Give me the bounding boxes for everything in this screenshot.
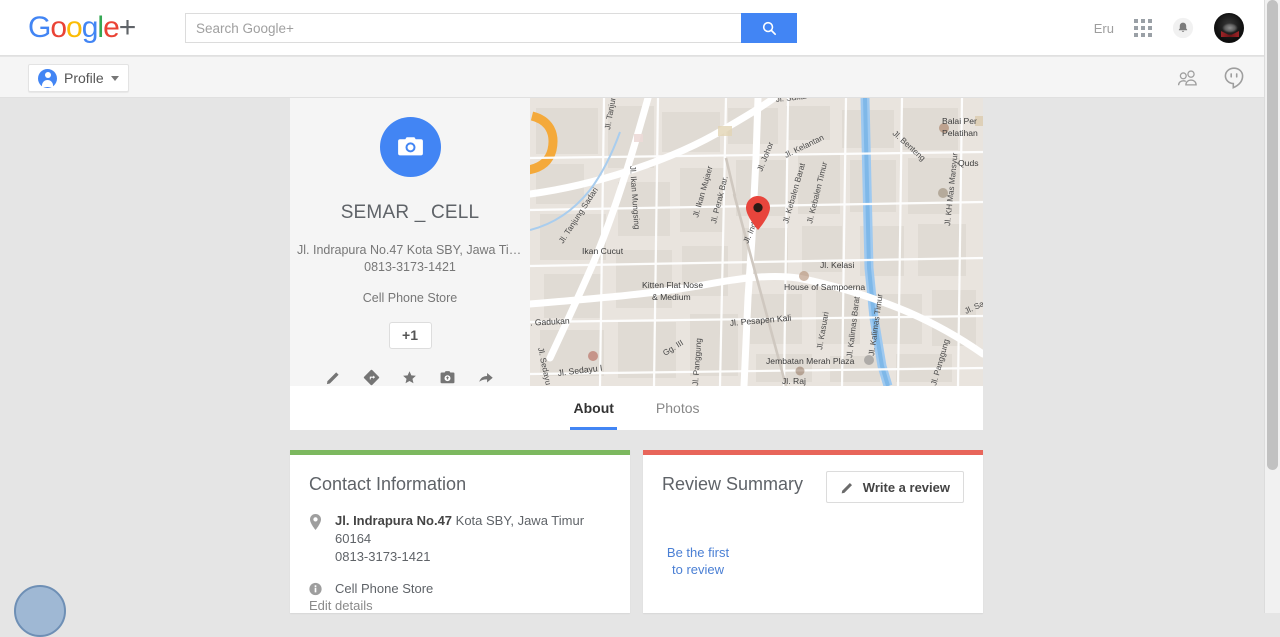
account-name-label: Eru: [1093, 20, 1114, 36]
apps-grid-icon[interactable]: [1134, 19, 1152, 37]
profile-dropdown-button[interactable]: Profile: [28, 64, 129, 92]
scrollbar-thumb[interactable]: [1267, 0, 1278, 470]
contact-phone: 0813-3173-1421: [335, 549, 431, 564]
people-button[interactable]: [1176, 68, 1200, 88]
profile-bar-right-controls: [1176, 57, 1244, 98]
hangouts-icon: [1224, 66, 1244, 89]
logo-plus: +: [118, 11, 137, 44]
edit-details-link[interactable]: Edit details: [309, 598, 373, 613]
map-label: Kitten Flat Nose: [642, 280, 703, 290]
camera-icon: [397, 137, 423, 156]
business-name: SEMAR _ CELL: [340, 201, 480, 223]
map-canvas: .rd{stroke:#ffffff;fill:none;stroke-line…: [530, 98, 983, 386]
be-first-line2: to review: [671, 562, 725, 577]
map-label: Quds: [958, 158, 979, 168]
search-input[interactable]: [185, 13, 741, 43]
map-label: Pelatihan: [942, 128, 978, 138]
business-phone: 0813-3173-1421: [364, 259, 456, 274]
hangouts-button[interactable]: [1224, 66, 1244, 89]
tab-about[interactable]: About: [570, 386, 618, 430]
business-map[interactable]: .rd{stroke:#ffffff;fill:none;stroke-line…: [530, 98, 983, 386]
bell-icon: [1172, 17, 1194, 39]
google-plus-logo[interactable]: Google+: [28, 11, 137, 45]
map-label: House of Sampoerna: [784, 282, 865, 292]
camera-action-icon[interactable]: [439, 369, 456, 386]
page-scrollbar[interactable]: [1264, 0, 1280, 613]
contact-card-accent: [290, 450, 630, 455]
person-icon: [38, 68, 57, 88]
contact-address-text: Jl. Indrapura No.47 Kota SBY, Jawa Timur…: [335, 512, 618, 566]
pencil-icon: [841, 482, 852, 493]
search-bar: [185, 13, 797, 43]
contact-card-title: Contact Information: [309, 474, 467, 494]
search-button[interactable]: [741, 13, 797, 43]
be-first-line1: Be the first: [666, 545, 730, 560]
logo-letter-g: G: [28, 11, 51, 44]
about-cards-row: Contact Information Jl. Indrapura No.47 …: [290, 450, 983, 613]
directions-icon[interactable]: [363, 369, 380, 386]
people-icon: [1177, 69, 1197, 85]
contact-information-card: Contact Information Jl. Indrapura No.47 …: [290, 450, 630, 613]
review-card-accent: [643, 450, 983, 455]
tab-photos[interactable]: Photos: [656, 386, 700, 430]
write-review-label: Write a review: [862, 479, 950, 495]
business-action-row: [325, 369, 495, 386]
user-avatar[interactable]: [1214, 13, 1244, 43]
location-pin-icon: [309, 512, 323, 566]
logo-letter-o1: o: [50, 11, 67, 44]
chevron-down-icon: [110, 75, 119, 81]
business-category: Cell Phone Store: [362, 290, 458, 305]
header-right-controls: Eru: [1094, 0, 1244, 56]
map-label: Jl. Raj: [782, 376, 806, 386]
review-card-title: Review Summary: [662, 474, 804, 494]
map-label: Balai Per: [942, 116, 977, 126]
map-label: Jembatan Merah Plaza: [766, 356, 855, 366]
share-icon[interactable]: [477, 369, 495, 386]
hangouts-floating-button[interactable]: [14, 585, 66, 637]
profile-button-label: Profile: [64, 70, 104, 86]
search-icon: [762, 21, 776, 35]
map-label: & Medium: [652, 292, 691, 302]
be-the-first-to-review-link[interactable]: Be the first to review: [662, 544, 734, 578]
top-header: Google+ Eru: [0, 0, 1264, 56]
star-icon[interactable]: [401, 369, 418, 386]
edit-icon[interactable]: [325, 369, 342, 386]
plus-one-button[interactable]: +1: [388, 321, 432, 349]
logo-letter-e: e: [103, 11, 120, 44]
map-label: Jl. Kelasi: [820, 260, 854, 270]
content-area: SEMAR _ CELL Jl. Indrapura No.47 Kota SB…: [0, 98, 1264, 637]
notifications-button[interactable]: [1172, 17, 1194, 39]
logo-letter-o2: o: [66, 11, 83, 44]
profile-tabs: About Photos: [290, 386, 983, 430]
review-summary-card: Review Summary Write a review Be the fir…: [643, 450, 983, 613]
map-label: Ikan Cucut: [582, 246, 624, 256]
business-address: Jl. Indrapura No.47 Kota SBY, Jawa Timu.…: [297, 242, 523, 257]
business-header-card: SEMAR _ CELL Jl. Indrapura No.47 Kota SB…: [290, 98, 983, 386]
contact-address-street: Jl. Indrapura No.47: [335, 513, 453, 528]
contact-address-row: Jl. Indrapura No.47 Kota SBY, Jawa Timur…: [309, 512, 618, 566]
profile-bar: Profile: [0, 57, 1264, 98]
logo-letter-g2: g: [81, 11, 99, 44]
business-avatar-upload[interactable]: [379, 117, 441, 177]
business-info-pane: SEMAR _ CELL Jl. Indrapura No.47 Kota SB…: [290, 98, 530, 386]
write-review-button[interactable]: Write a review: [825, 471, 964, 503]
